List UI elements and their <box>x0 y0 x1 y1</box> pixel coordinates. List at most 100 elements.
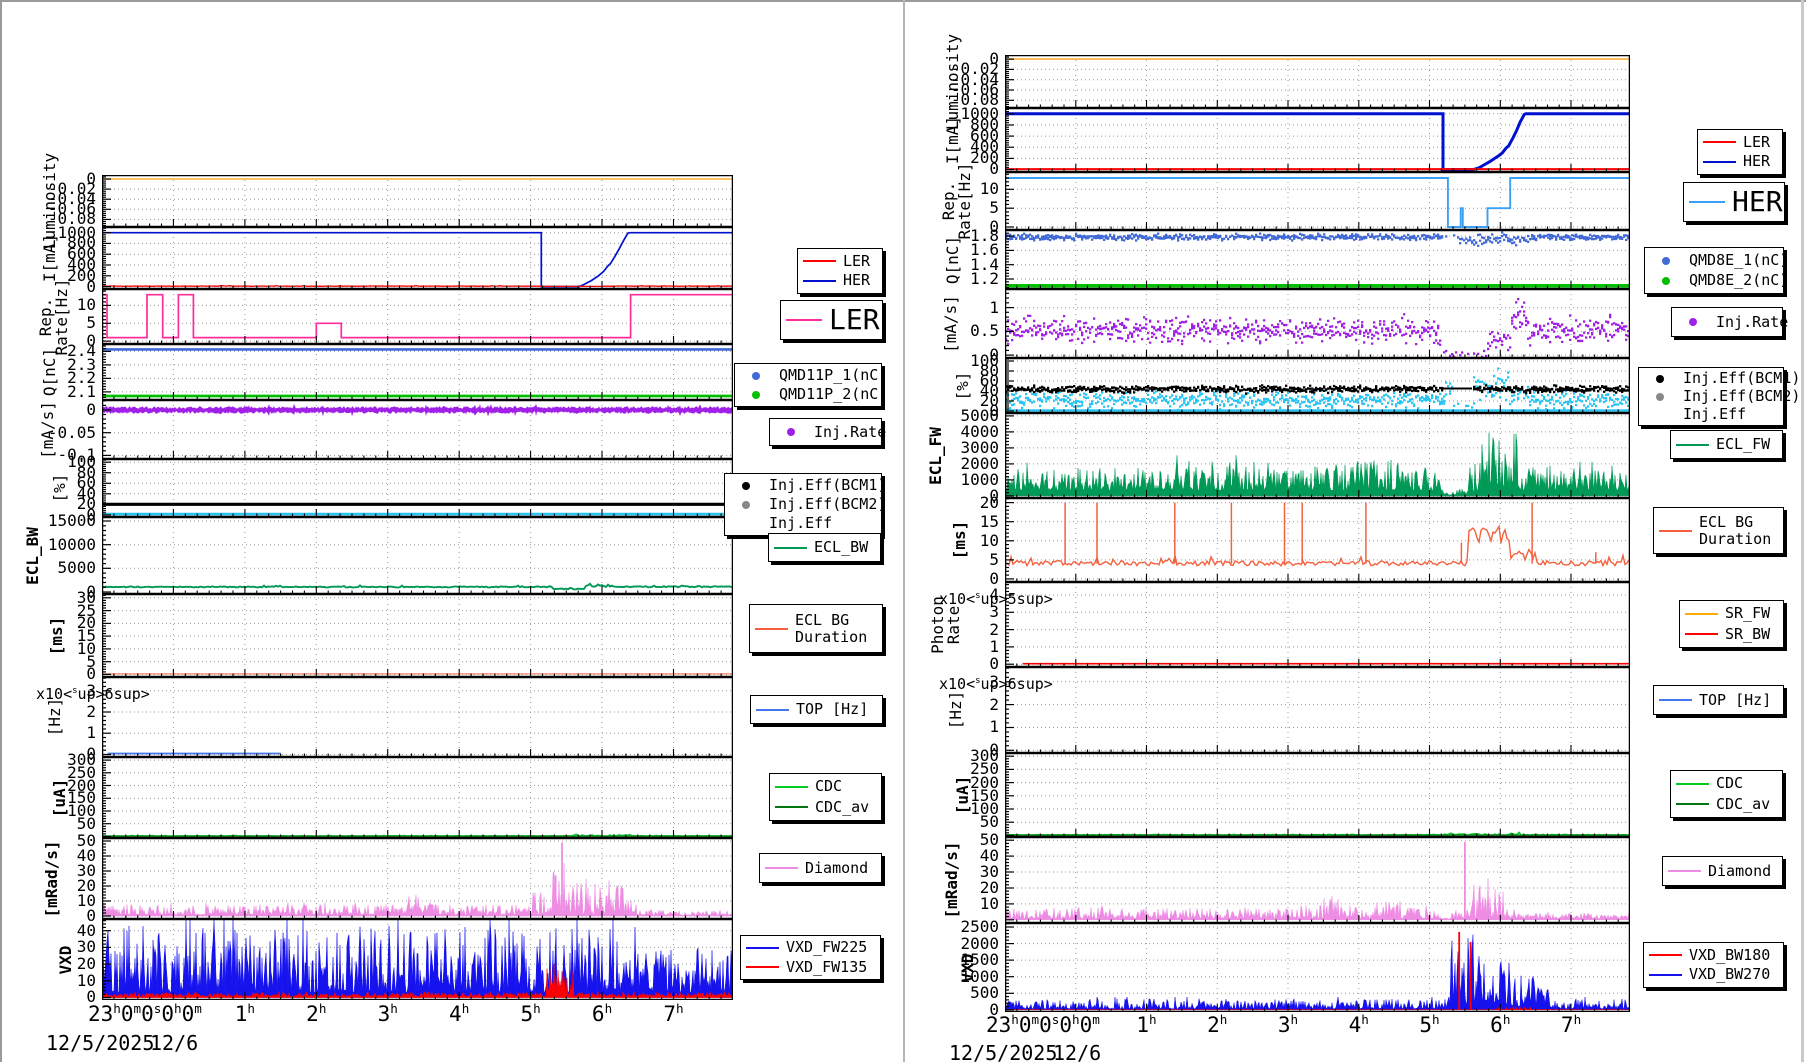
legend-line-marker <box>1689 201 1725 203</box>
right-plot-ms <box>1005 498 1630 582</box>
x-tick-label: 1h <box>213 1001 277 1026</box>
legend-item: ECL_FW <box>1676 436 1777 453</box>
right-legend-diamond: Diamond <box>1662 856 1783 886</box>
axis-scale-factor: x10<sup>6sup> <box>36 685 150 703</box>
legend-label: CDC_av <box>815 799 869 816</box>
legend-item: VXD_BW270 <box>1649 966 1778 983</box>
x-axis-start-label: 23h0m0s0h0m <box>88 1001 202 1026</box>
legend-item: Diamond <box>765 860 876 877</box>
y-tick-label: 0 <box>4 665 96 683</box>
legend-item: CDC <box>1676 775 1777 792</box>
legend-item: Inj.Eff <box>1644 406 1778 423</box>
legend-label: HER <box>843 272 870 289</box>
right-legend-top: TOP [Hz] <box>1653 685 1784 715</box>
date-label: 12/5/2025 <box>46 1031 154 1055</box>
legend-item: VXD_BW180 <box>1649 947 1778 964</box>
axis-title: I[mA] <box>945 116 961 164</box>
axis-title: Q[nC] <box>42 348 58 396</box>
legend-item: ECL_BW <box>774 539 875 556</box>
axis-title: [uA] <box>955 776 971 815</box>
legend-item: ECL BG Duration <box>1659 514 1778 548</box>
right-legend-eclfw: ECL_FW <box>1670 430 1783 459</box>
legend-item: Inj.Rate <box>1677 314 1777 331</box>
legend-item: QMD11P_1(nC) <box>740 367 876 384</box>
left-legend-inj-rate: Inj.Rate <box>769 418 882 446</box>
right-plot-lum <box>1005 55 1630 108</box>
legend-label: VXD_FW225 <box>786 939 867 956</box>
legend-label: Diamond <box>1708 863 1771 880</box>
left-legend-qmd: QMD11P_1(nC)QMD11P_2(nC) <box>734 363 882 407</box>
left-plot-ms <box>102 594 733 677</box>
legend-label: Inj.Eff(BCM2) <box>769 496 886 513</box>
legend-label: QMD11P_1(nC) <box>779 367 887 384</box>
left-plot-lum <box>102 175 733 227</box>
axis-title: [mRad/s] <box>44 840 60 917</box>
axis-title: [ms] <box>49 616 65 655</box>
left-plot-vxd <box>102 919 733 1000</box>
right-plot-ima <box>1005 108 1630 172</box>
legend-item: Inj.Eff(BCM2) <box>1644 388 1778 405</box>
legend-item: QMD8E_1(nC) <box>1650 252 1778 269</box>
legend-item: SR_FW <box>1685 605 1778 622</box>
legend-item: Diamond <box>1668 863 1777 880</box>
legend-label: SR_FW <box>1725 605 1770 622</box>
legend-no-marker <box>742 520 750 528</box>
left-plot-ima <box>102 227 733 289</box>
left-plot-rep <box>102 289 733 344</box>
legend-label: TOP [Hz] <box>796 701 868 718</box>
legend-item: CDC_av <box>775 799 876 816</box>
axis-title: [Hz] <box>47 698 63 737</box>
legend-line-marker <box>1649 954 1682 956</box>
right-legend-ecl-bg: ECL BG Duration <box>1653 507 1784 554</box>
legend-dot-marker <box>1656 375 1664 383</box>
legend-line-marker <box>1685 613 1718 615</box>
axis-scale-factor: x10<sup>5sup> <box>939 590 1053 608</box>
legend-item: Inj.Eff(BCM1) <box>1644 370 1778 387</box>
right-legend-sr: SR_FWSR_BW <box>1679 600 1784 648</box>
x-tick-label: 2h <box>284 1001 348 1026</box>
legend-item: CDC <box>775 778 876 795</box>
monitoring-dashboard: 0-0.02-0.04-0.06-0.08Luminosity100080060… <box>0 0 1806 1062</box>
axis-title: [Hz] <box>948 691 964 730</box>
legend-line-marker <box>756 709 789 711</box>
y-tick-label: 0 <box>907 655 999 673</box>
legend-label: QMD8E_2(nC) <box>1689 272 1788 289</box>
y-tick-label: 15000 <box>4 512 96 530</box>
legend-line-marker <box>1649 974 1682 976</box>
right-plot-ua <box>1005 753 1630 837</box>
legend-item: LER <box>1703 134 1777 151</box>
legend-item: VXD_FW225 <box>746 939 875 956</box>
x-tick-label: 6h <box>570 1001 634 1026</box>
legend-line-marker <box>1676 444 1709 446</box>
axis-title: VXD <box>960 953 976 982</box>
y-tick-label: 0 <box>4 988 96 1006</box>
left-plot-pct <box>102 459 733 517</box>
right-legend-qmd: QMD8E_1(nC)QMD8E_2(nC) <box>1644 247 1784 294</box>
axis-title: I[mA] <box>42 234 58 282</box>
y-tick-label: 10 <box>4 972 96 990</box>
legend-label: CDC <box>1716 775 1743 792</box>
date-label: 12/6 <box>1053 1041 1101 1062</box>
legend-item: HER <box>1703 153 1777 170</box>
right-plot-rep <box>1005 172 1630 230</box>
legend-line-marker <box>746 947 779 949</box>
date-label: 12/5/2025 <box>949 1041 1057 1062</box>
x-tick-label: 1h <box>1115 1012 1179 1037</box>
legend-line-marker <box>786 319 822 321</box>
legend-item: Inj.Eff(BCM1) <box>730 477 876 494</box>
axis-title: ECL_FW <box>928 427 944 485</box>
right-legend-ler-her: LER HER <box>1697 129 1783 175</box>
right-plot-mrad <box>1005 837 1630 923</box>
y-tick-label: 500 <box>907 984 999 1002</box>
legend-label: VXD_BW270 <box>1689 966 1770 983</box>
x-tick-label: 3h <box>1256 1012 1320 1037</box>
legend-label: Inj.Eff <box>1683 406 1746 423</box>
right-legend-inj-eff: Inj.Eff(BCM1)Inj.Eff(BCM2)Inj.Eff <box>1638 367 1784 426</box>
right-plot-pct <box>1005 358 1630 413</box>
legend-item: ECL BG Duration <box>755 612 877 646</box>
legend-line-marker <box>1676 803 1709 805</box>
legend-dot-marker <box>1689 318 1697 326</box>
left-plot-ua <box>102 757 733 838</box>
legend-line-marker <box>803 280 836 282</box>
legend-label: HER <box>1743 153 1770 170</box>
